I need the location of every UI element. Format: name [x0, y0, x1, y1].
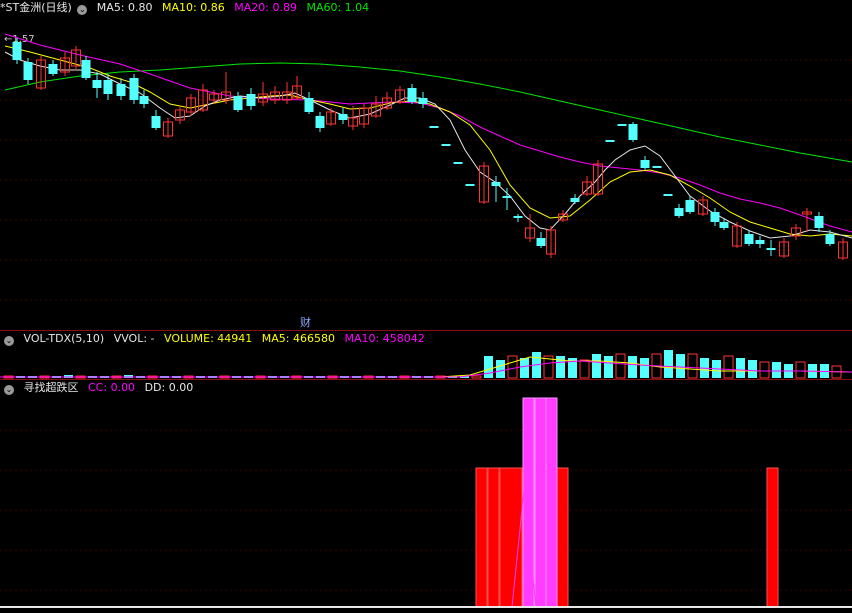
stock-title: *ST金洲(日线): [0, 1, 72, 14]
candlestick-chart[interactable]: [0, 0, 852, 330]
volume-bar: [628, 356, 637, 378]
candle-body: [502, 196, 512, 198]
volume-ma5-label: MA5: 466580: [261, 332, 335, 345]
volume-bars-layer: [3, 350, 842, 379]
volume-panel[interactable]: ⌄ VOL-TDX(5,10) VVOL: - VOLUME: 44941 MA…: [0, 331, 852, 379]
candle-body: [755, 240, 765, 244]
candle-body: [744, 234, 754, 244]
indicator-panel[interactable]: ⌄ 寻找超跌区 CC: 0.00 DD: 0.00: [0, 380, 852, 613]
volume-bar: [759, 361, 770, 379]
volume-bar: [520, 358, 529, 378]
volume-bar: [484, 356, 493, 378]
volume-panel-header: ⌄ VOL-TDX(5,10) VVOL: - VOLUME: 44941 MA…: [0, 331, 431, 347]
candle-body: [441, 144, 451, 146]
volume-title: VOL-TDX(5,10): [23, 332, 105, 345]
price-grid: [0, 59, 852, 301]
volume-bar: [615, 353, 626, 379]
candle-body: [129, 78, 139, 100]
candle-body: [605, 140, 615, 142]
volume-bar: [772, 362, 781, 378]
ma60-line: [4, 62, 852, 163]
candle-body: [92, 80, 102, 88]
candle-body: [139, 96, 149, 104]
candle-body: [685, 200, 695, 212]
indicator-panel-header: ⌄ 寻找超跌区 CC: 0.00 DD: 0.00: [0, 380, 199, 396]
volume-bar: [723, 355, 734, 379]
cc-label: CC: 0.00: [88, 381, 136, 394]
volume-bar: [471, 375, 482, 379]
volume-bar: [795, 361, 806, 379]
candle-body: [710, 212, 720, 222]
vvol-label: VVOL: -: [113, 332, 155, 345]
settings-toggle-icon[interactable]: ⌄: [77, 5, 88, 15]
candle-body: [617, 124, 627, 126]
price-panel[interactable]: *ST金洲(日线) ⌄ MA5: 0.80 MA10: 0.86 MA20: 0…: [0, 0, 852, 330]
ma20-line: [4, 33, 852, 233]
candle-body: [233, 96, 243, 110]
candle-body: [663, 194, 673, 196]
volume-bar: [579, 359, 590, 379]
volume-bar: [676, 354, 685, 378]
candle-body: [465, 184, 475, 186]
volume-bar: [640, 358, 649, 378]
price-panel-header: *ST金洲(日线) ⌄ MA5: 0.80 MA10: 0.86 MA20: 0…: [0, 0, 375, 16]
candle-body: [81, 60, 91, 78]
ma20-label: MA20: 0.89: [234, 1, 297, 14]
volume-bar: [507, 355, 518, 379]
candle-body: [315, 116, 325, 128]
volume-ma10-label: MA10: 458042: [344, 332, 425, 345]
candle-body: [246, 94, 256, 106]
candle-body: [48, 64, 58, 74]
candle-body: [453, 162, 463, 164]
indicator-grid: [0, 429, 852, 591]
candle-body: [536, 238, 546, 246]
signal-bar: [487, 467, 500, 608]
candle-body: [491, 182, 501, 186]
candle-body: [674, 208, 684, 216]
ma10-label: MA10: 0.86: [162, 1, 225, 14]
candle-body: [825, 234, 835, 244]
candle-body: [23, 62, 33, 80]
volume-bar: [736, 358, 745, 378]
candle-body: [338, 114, 348, 120]
settings-toggle-icon[interactable]: ⌄: [4, 385, 14, 395]
candle-body: [640, 160, 650, 168]
candle-body: [304, 98, 314, 112]
candle-body: [407, 88, 417, 102]
candle-body: [151, 116, 161, 128]
candle-body: [652, 166, 662, 168]
candle-body: [429, 126, 439, 128]
candle-body: [12, 42, 22, 60]
signal-bar: [556, 467, 569, 608]
indicator-bars-layer: [475, 397, 779, 608]
ma5-label: MA5: 0.80: [96, 1, 153, 14]
candle-body: [418, 98, 428, 104]
dd-label: DD: 0.00: [144, 381, 194, 394]
volume-label: VOLUME: 44941: [164, 332, 253, 345]
alert-bar: [534, 397, 547, 608]
settings-toggle-icon[interactable]: ⌄: [4, 336, 14, 346]
candle-body: [513, 216, 523, 218]
volume-bar: [687, 353, 698, 379]
candle-body: [766, 248, 776, 250]
volume-bar: [496, 360, 505, 378]
indicator-title: 寻找超跌区: [23, 381, 79, 394]
volume-bar: [592, 354, 601, 378]
candle-body: [570, 198, 580, 202]
ma60-label: MA60: 1.04: [306, 1, 370, 14]
candle-body: [719, 222, 729, 228]
candle-body: [116, 84, 126, 96]
signal-bar: [475, 467, 488, 608]
signal-bar: [766, 467, 779, 608]
volume-bar: [604, 356, 613, 378]
candle-body: [814, 216, 824, 228]
ma10-line: [4, 45, 852, 237]
volume-bar: [748, 360, 757, 378]
candle-body: [103, 80, 113, 94]
indicator-chart[interactable]: [0, 380, 852, 613]
alert-bar: [545, 397, 558, 608]
candle-body: [628, 124, 638, 140]
volume-bar: [664, 350, 673, 378]
